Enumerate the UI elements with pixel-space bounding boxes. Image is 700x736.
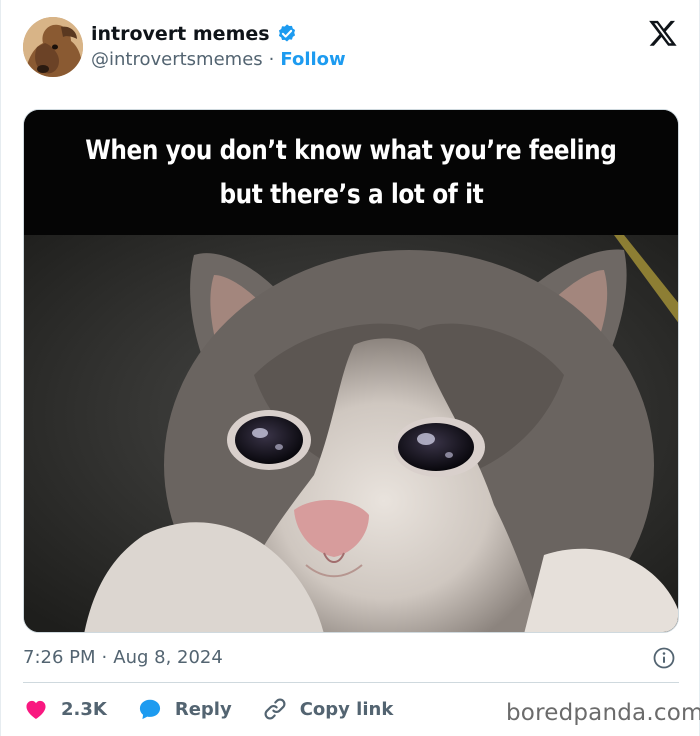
author-handle[interactable]: @introvertsmemes — [91, 49, 263, 70]
tweet-date: Aug 8, 2024 — [113, 646, 223, 668]
watermark: boredpanda.com — [506, 700, 700, 726]
author-handle-row: @introvertsmemes · Follow — [91, 47, 346, 71]
like-button[interactable]: 2.3K — [23, 696, 107, 722]
author-display-name[interactable]: introvert memes — [91, 23, 270, 45]
like-count: 2.3K — [61, 698, 107, 720]
separator-dot: · — [101, 646, 108, 668]
info-icon[interactable] — [652, 646, 676, 670]
tweet-timestamp[interactable]: 7:26 PM · Aug 8, 2024 — [23, 645, 223, 669]
verified-badge-icon — [278, 24, 295, 42]
link-icon — [264, 698, 286, 720]
meme-caption-line-2: but there’s a lot of it — [219, 178, 483, 210]
reply-button[interactable]: Reply — [137, 696, 232, 722]
meme-caption-line-1: When you don’t know what you’re feeling — [85, 134, 617, 166]
dog-avatar-image — [23, 17, 83, 77]
follow-button[interactable]: Follow — [280, 49, 345, 70]
tweet-media[interactable]: When you don’t know what you’re feeling … — [23, 109, 679, 633]
copy-link-label: Copy link — [299, 698, 394, 720]
meme-caption: When you don’t know what you’re feeling … — [24, 110, 678, 235]
x-logo-icon[interactable] — [647, 18, 679, 48]
reply-label: Reply — [174, 698, 232, 720]
avatar[interactable] — [23, 17, 83, 77]
separator-dot: · — [268, 48, 275, 70]
tweet-time: 7:26 PM — [23, 646, 96, 668]
heart-icon — [26, 700, 46, 719]
tweet-card: introvert memes @introvertsmemes · Follo… — [0, 0, 700, 736]
copy-link-button[interactable]: Copy link — [262, 696, 394, 722]
speech-bubble-icon — [139, 699, 160, 720]
crying-cat-photo — [24, 235, 678, 632]
author-name-row: introvert memes — [91, 22, 298, 46]
actions-divider — [23, 682, 679, 683]
tweet-actions: 2.3K Reply Copy link — [23, 694, 423, 724]
